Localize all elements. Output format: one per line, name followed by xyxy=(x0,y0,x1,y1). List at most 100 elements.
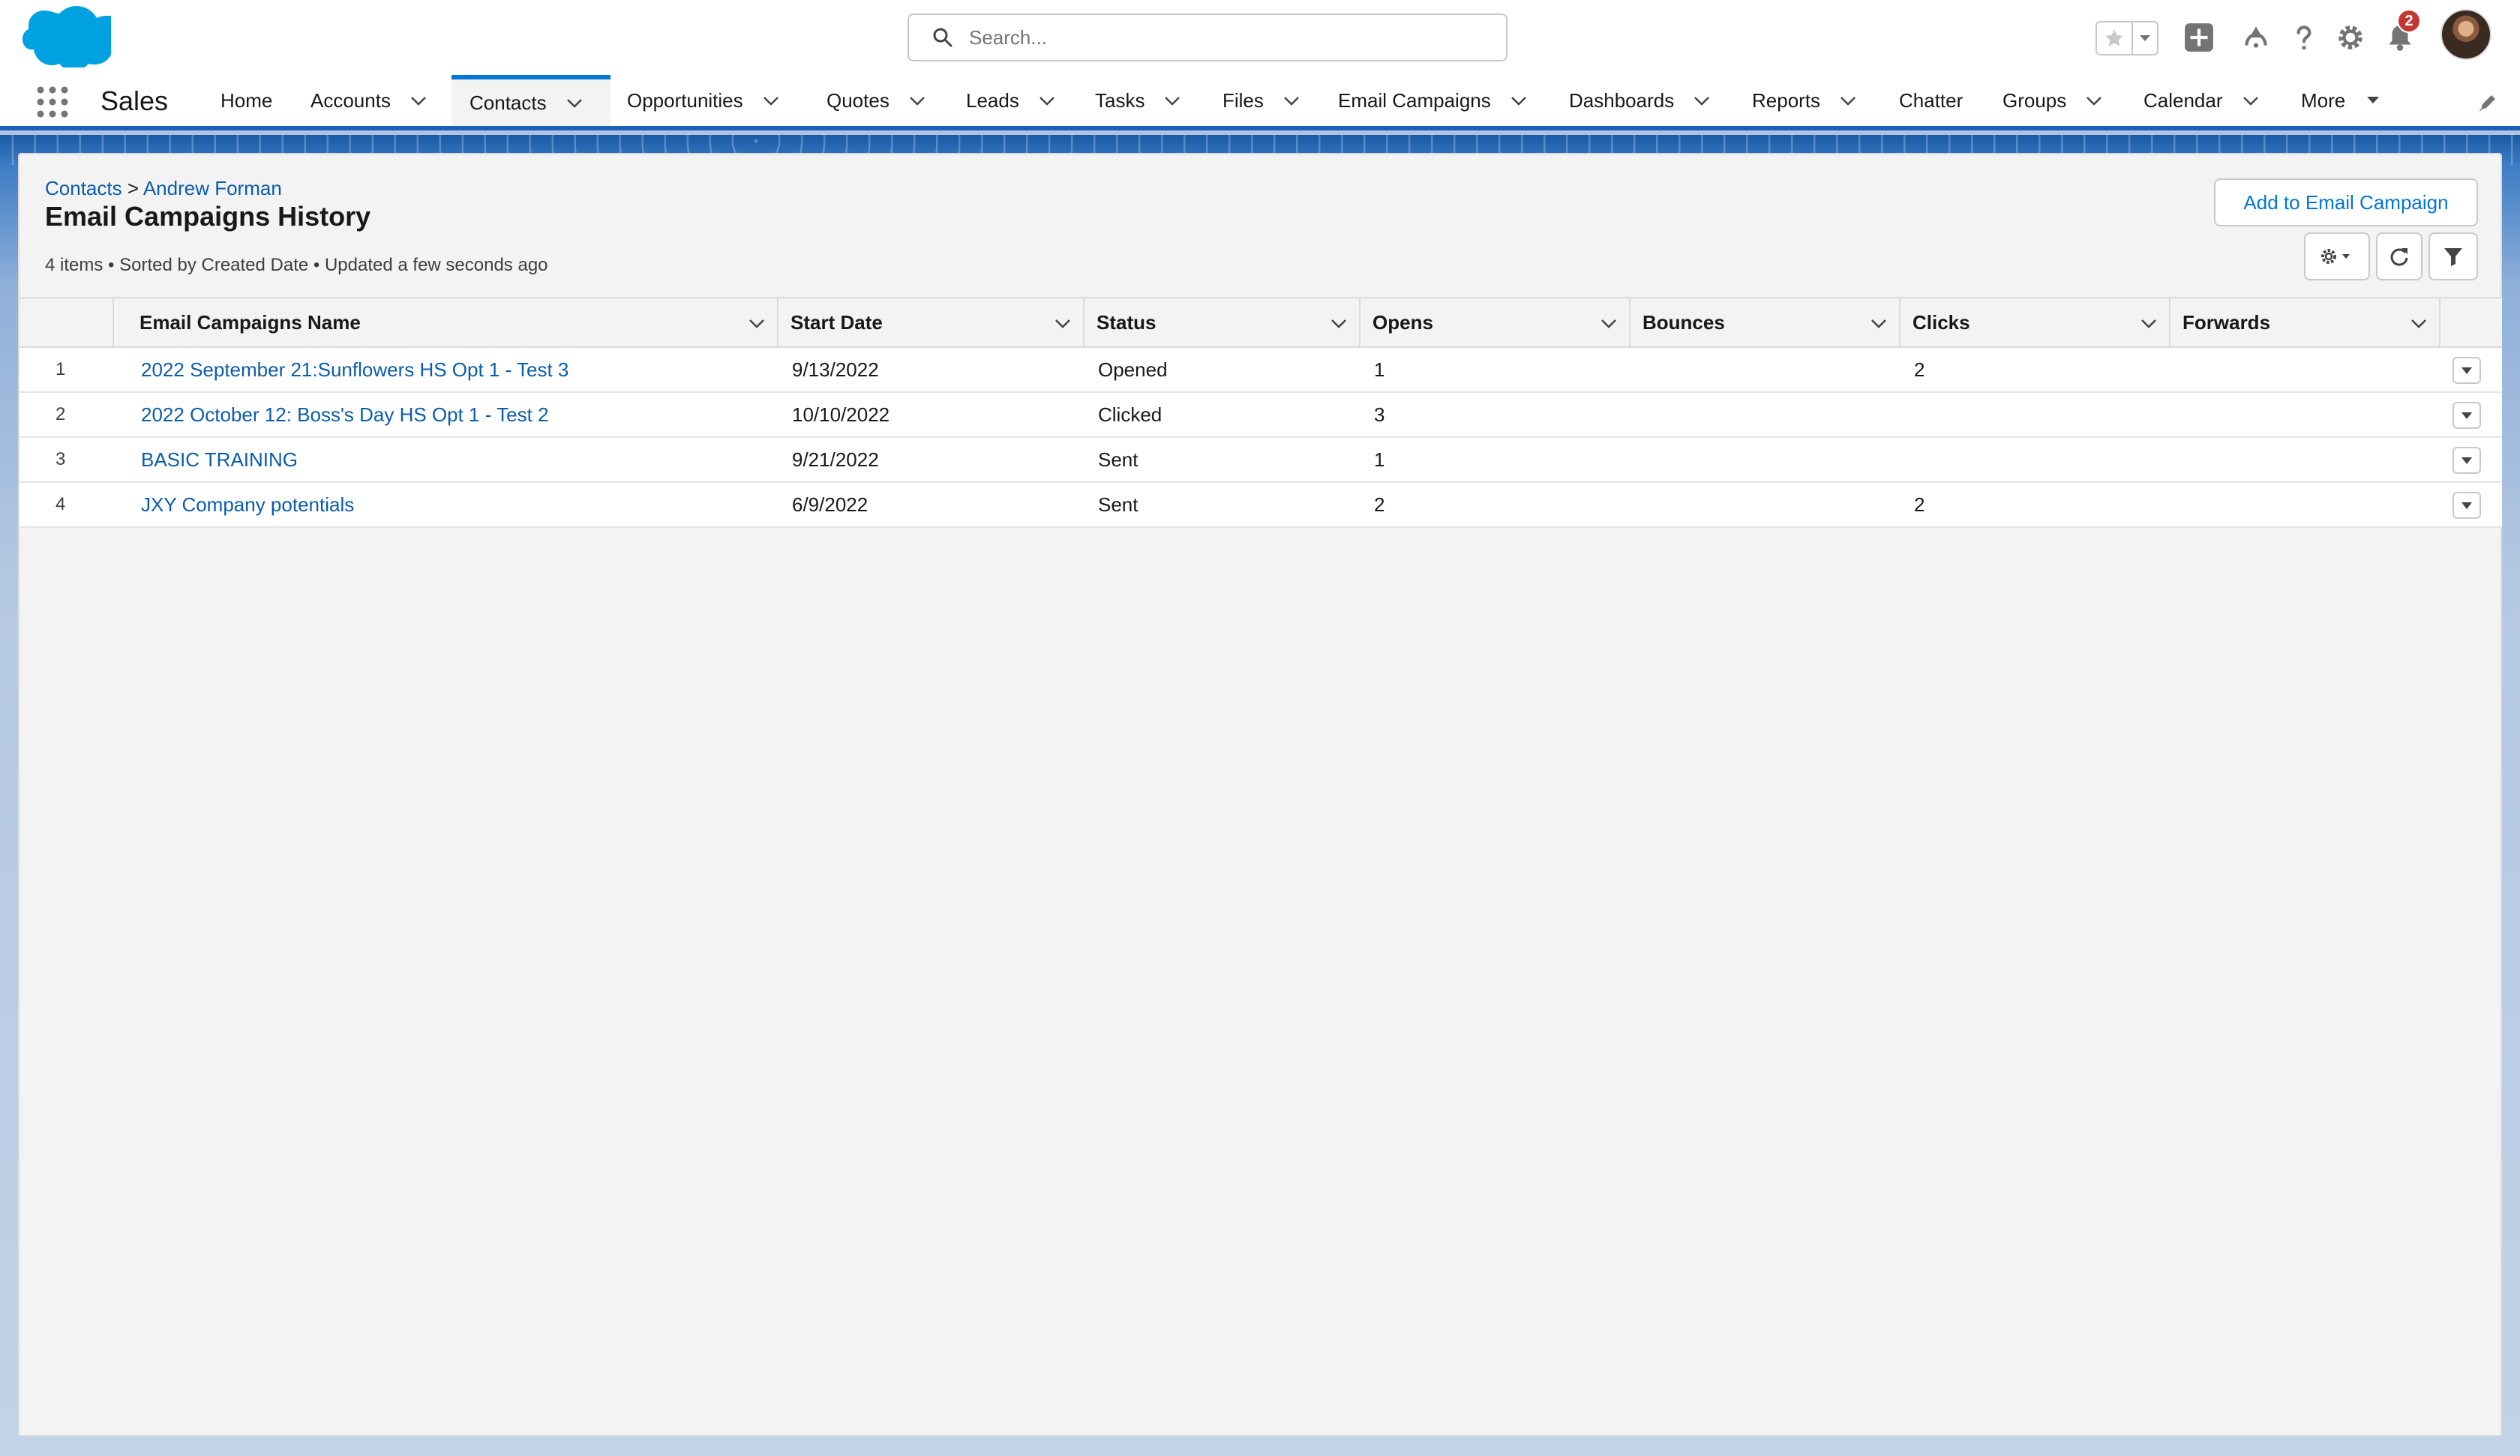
favorites-group xyxy=(2096,21,2158,55)
chevron-down-icon[interactable] xyxy=(908,91,927,110)
status-cell: Clicked xyxy=(1098,403,1162,426)
status-cell: Sent xyxy=(1098,448,1138,471)
nav-item-tasks[interactable]: Tasks xyxy=(1095,75,1182,126)
nav-bar: Sales Home Accounts Contacts Opportuniti… xyxy=(0,75,2520,130)
favorites-list-button[interactable] xyxy=(2133,22,2157,54)
nav-item-label: Home xyxy=(220,88,273,112)
chevron-down-icon[interactable] xyxy=(1509,91,1528,110)
chevron-down-icon[interactable] xyxy=(1869,313,1888,333)
row-actions-button[interactable] xyxy=(2452,492,2481,519)
chevron-down-icon[interactable] xyxy=(565,93,584,112)
column-header-email-campaigns-name[interactable]: Email Campaigns Name xyxy=(114,298,778,346)
chevron-down-icon[interactable] xyxy=(2409,313,2428,333)
filter-button[interactable] xyxy=(2428,232,2478,280)
search-input[interactable] xyxy=(969,25,1506,49)
nav-item-label: Groups xyxy=(2002,88,2067,112)
column-header-forwards[interactable]: Forwards xyxy=(2170,298,2440,346)
nav-item-label: Accounts xyxy=(310,88,391,112)
nav-item-more[interactable]: More xyxy=(2301,75,2383,126)
chevron-down-icon[interactable] xyxy=(1037,91,1057,110)
app-name: Sales xyxy=(100,85,169,116)
nav-item-contacts[interactable]: Contacts xyxy=(452,75,610,126)
salesforce-cloud-logo[interactable] xyxy=(22,6,111,67)
chevron-down-icon[interactable] xyxy=(409,91,428,110)
refresh-icon xyxy=(2390,248,2408,266)
star-icon xyxy=(2105,29,2123,46)
chevron-down-icon[interactable] xyxy=(761,91,781,110)
nav-item-label: Dashboards xyxy=(1569,88,1675,112)
favorites-button[interactable] xyxy=(2097,22,2133,54)
global-actions-button[interactable] xyxy=(2182,21,2216,54)
nav-item-chatter[interactable]: Chatter xyxy=(1899,75,1963,126)
setup-button[interactable] xyxy=(2334,21,2367,54)
chevron-down-icon[interactable] xyxy=(1162,91,1182,110)
caret-down-icon xyxy=(2367,97,2380,103)
chevron-down-icon[interactable] xyxy=(1329,313,1348,333)
app-launcher-icon[interactable] xyxy=(34,84,70,120)
campaign-name-link[interactable]: 2022 September 21:Sunflowers HS Opt 1 - … xyxy=(141,358,568,382)
column-header-opens[interactable]: Opens xyxy=(1360,298,1630,346)
chevron-down-icon[interactable] xyxy=(2084,91,2104,110)
search-icon xyxy=(933,28,952,47)
nav-item-groups[interactable]: Groups xyxy=(2002,75,2104,126)
trailhead-button[interactable] xyxy=(2240,21,2272,54)
opens-cell: 2 xyxy=(1374,493,1385,516)
campaign-name-cell: JXY Company potentials xyxy=(141,483,354,526)
row-actions-button[interactable] xyxy=(2452,357,2481,384)
nav-item-accounts[interactable]: Accounts xyxy=(310,75,428,126)
column-header-label: Start Date xyxy=(790,310,883,334)
avatar[interactable] xyxy=(2440,9,2492,60)
chevron-down-icon[interactable] xyxy=(2139,313,2158,333)
nav-item-calendar[interactable]: Calendar xyxy=(2144,75,2260,126)
column-header-bounces[interactable]: Bounces xyxy=(1630,298,1900,346)
nav-item-dashboards[interactable]: Dashboards xyxy=(1569,75,1712,126)
row-actions-button[interactable] xyxy=(2452,402,2481,429)
nav-item-files[interactable]: Files xyxy=(1222,75,1301,126)
nav-item-opportunities[interactable]: Opportunities xyxy=(627,75,781,126)
nav-item-quotes[interactable]: Quotes xyxy=(826,75,927,126)
column-header-status[interactable]: Status xyxy=(1084,298,1360,346)
list-settings-button[interactable] xyxy=(2304,232,2370,280)
table-row: 1 2022 September 21:Sunflowers HS Opt 1 … xyxy=(20,348,2502,393)
campaign-name-cell: 2022 September 21:Sunflowers HS Opt 1 - … xyxy=(141,348,568,391)
chevron-down-icon[interactable] xyxy=(1838,91,1858,110)
caret-down-icon xyxy=(2462,367,2472,374)
opens-cell: 3 xyxy=(1374,403,1385,426)
nav-item-leads[interactable]: Leads xyxy=(966,75,1057,126)
chevron-down-icon[interactable] xyxy=(2241,91,2260,110)
help-button[interactable] xyxy=(2288,21,2320,54)
campaign-name-cell: BASIC TRAINING xyxy=(141,438,298,481)
campaign-name-link[interactable]: JXY Company potentials xyxy=(141,493,354,517)
campaign-name-link[interactable]: 2022 October 12: Boss's Day HS Opt 1 - T… xyxy=(141,403,549,427)
nav-item-home[interactable]: Home xyxy=(220,75,272,126)
filter-icon xyxy=(2444,248,2462,266)
row-actions-button[interactable] xyxy=(2452,447,2481,474)
caret-down-icon xyxy=(2462,457,2472,464)
column-header-clicks[interactable]: Clicks xyxy=(1900,298,2170,346)
chevron-down-icon[interactable] xyxy=(1282,91,1301,110)
caret-down-icon xyxy=(2462,502,2472,509)
chevron-down-icon[interactable] xyxy=(1692,91,1712,110)
breadcrumb-record-link[interactable]: Andrew Forman xyxy=(143,177,282,199)
global-search[interactable] xyxy=(908,13,1508,61)
start-date-cell: 10/10/2022 xyxy=(792,403,890,426)
notification-badge: 2 xyxy=(2397,9,2421,33)
refresh-button[interactable] xyxy=(2376,232,2422,280)
column-header-label: Clicks xyxy=(1912,310,1970,334)
start-date-cell: 6/9/2022 xyxy=(792,493,868,516)
column-header-start-date[interactable]: Start Date xyxy=(778,298,1084,346)
row-number-header xyxy=(20,298,114,346)
add-to-email-campaign-button[interactable]: Add to Email Campaign xyxy=(2214,178,2478,226)
global-header: 2 xyxy=(0,0,2520,75)
nav-item-email-campaigns[interactable]: Email Campaigns xyxy=(1338,75,1528,126)
breadcrumb-contacts-link[interactable]: Contacts xyxy=(45,177,122,199)
nav-item-label: Opportunities xyxy=(627,88,743,112)
chevron-down-icon[interactable] xyxy=(1053,313,1072,333)
email-campaigns-table: Email Campaigns Name Start Date Status O… xyxy=(20,297,2502,528)
edit-nav-icon[interactable] xyxy=(2476,91,2499,114)
chevron-down-icon[interactable] xyxy=(1599,313,1618,333)
chevron-down-icon[interactable] xyxy=(747,313,766,333)
nav-item-reports[interactable]: Reports xyxy=(1752,75,1858,126)
campaign-name-link[interactable]: BASIC TRAINING xyxy=(141,448,298,472)
nav-item-label: More xyxy=(2301,88,2346,112)
